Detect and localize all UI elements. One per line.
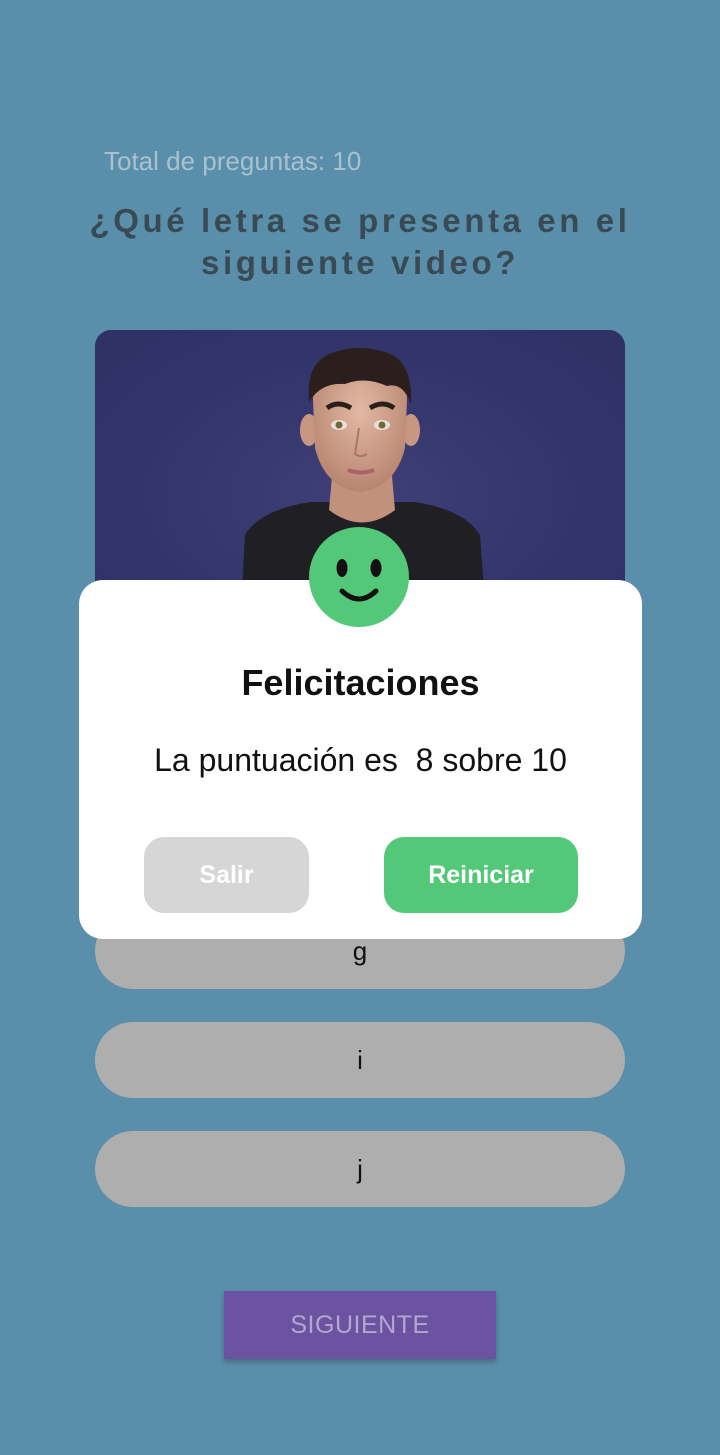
exit-button[interactable]: Salir xyxy=(144,837,309,913)
dialog-title: Felicitaciones xyxy=(241,662,480,703)
score-text: La puntuación es 8 sobre 10 xyxy=(154,742,567,778)
restart-button[interactable]: Reiniciar xyxy=(384,837,578,913)
next-button[interactable]: SIGUIENTE xyxy=(224,1291,496,1359)
answer-option-j[interactable]: j xyxy=(95,1131,625,1207)
answer-option-label: j xyxy=(357,1153,363,1184)
answer-option-label: i xyxy=(357,1044,363,1075)
question-text: ¿Qué letra se presenta en el siguiente v… xyxy=(89,202,631,281)
result-dialog: Felicitaciones La puntuación es 8 sobre … xyxy=(79,580,642,939)
smiley-face-icon xyxy=(309,527,409,627)
answer-option-i[interactable]: i xyxy=(95,1022,625,1098)
total-questions-label: Total de preguntas: 10 xyxy=(104,146,362,176)
answer-option-label: g xyxy=(352,935,368,966)
